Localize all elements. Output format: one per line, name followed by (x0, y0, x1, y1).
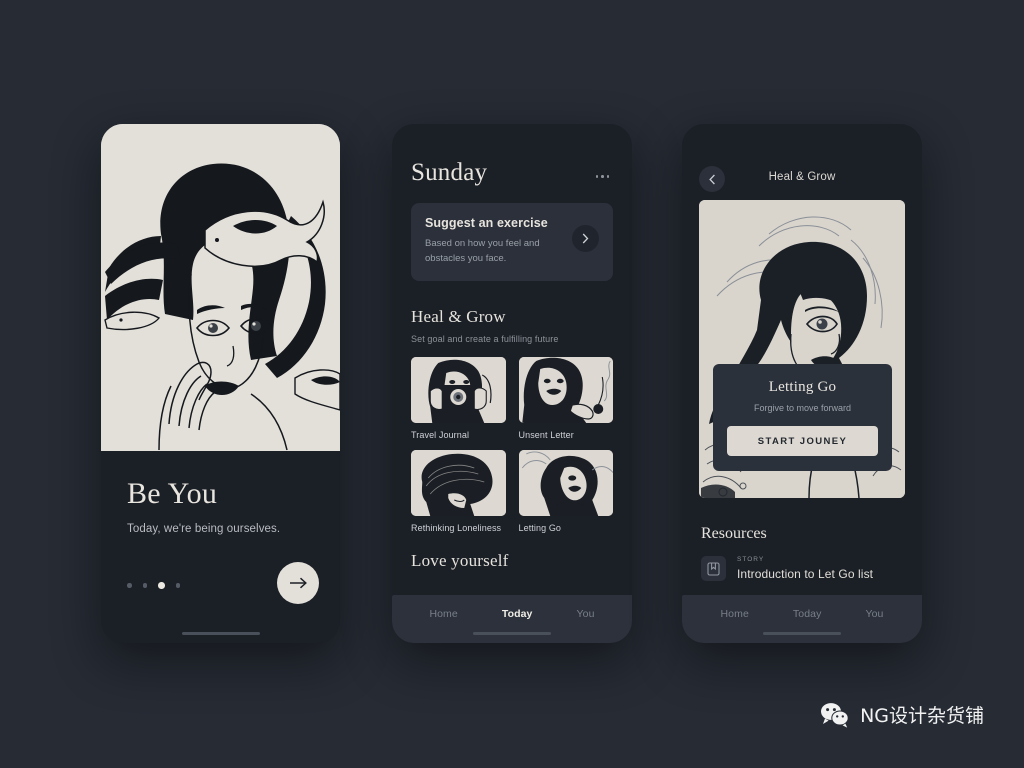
pager-dot[interactable] (175, 583, 180, 588)
chevron-right-icon (582, 233, 589, 244)
overlay-subtitle: Forgive to move forward (753, 403, 852, 413)
heal-grow-section-title: Heal & Grow (411, 307, 506, 327)
detail-phone-screen: Heal & Grow Letting Go Forgive to move f… (682, 124, 922, 643)
home-indicator (473, 631, 551, 635)
page-title: Be You (127, 477, 218, 510)
letting-go-overlay-card: Letting Go Forgive to move forward START… (713, 364, 892, 471)
home-indicator (763, 631, 841, 635)
exercise-thumbnail (411, 450, 506, 517)
heal-grow-card-grid: Travel Journal Unsent Letter Rethinking … (411, 357, 613, 533)
exercise-card-rethinking-loneliness[interactable]: Rethinking Loneliness (411, 450, 506, 533)
book-bookmark-icon (701, 556, 726, 581)
suggest-card-title: Suggest an exercise (425, 216, 548, 230)
tab-home[interactable]: Home (429, 608, 457, 620)
love-yourself-section-title: Love yourself (411, 551, 509, 571)
pager-dots[interactable] (127, 582, 180, 589)
pager-dot[interactable] (127, 583, 132, 588)
tab-you[interactable]: You (865, 608, 883, 620)
exercise-card-unsent-letter[interactable]: Unsent Letter (518, 357, 613, 441)
watermark-text: NG设计杂货铺 (860, 705, 984, 727)
overlay-title: Letting Go (768, 379, 837, 395)
bottom-tab-bar: Home Today You (392, 595, 632, 643)
pager-dot-active[interactable] (158, 582, 165, 589)
arrow-right-icon (289, 577, 307, 589)
exercise-thumbnail (411, 357, 506, 424)
page-subtitle: Today, we're being ourselves. (127, 523, 281, 535)
resource-list-item[interactable]: STORY Introduction to Let Go list (701, 556, 903, 581)
start-journey-button[interactable]: START JOUNEY (727, 426, 878, 456)
tab-today[interactable]: Today (793, 608, 822, 620)
wechat-icon (821, 702, 849, 728)
today-header: Sunday (411, 160, 613, 185)
pager-dot[interactable] (142, 583, 147, 588)
resources-section-title: Resources (701, 525, 767, 542)
hero-illustration-be-you (101, 124, 340, 451)
exercise-card-travel-journal[interactable]: Travel Journal (411, 357, 506, 440)
onboarding-phone-screen: Be You Today, we're being ourselves. (101, 124, 340, 643)
bottom-tab-bar: Home Today You (682, 595, 922, 643)
exercise-thumbnail (518, 450, 613, 517)
exercise-card-label: Rethinking Loneliness (411, 523, 502, 534)
heal-grow-section-subtitle: Set goal and create a fulfilling future (411, 334, 559, 345)
tab-home[interactable]: Home (721, 608, 749, 620)
suggest-card-subtitle: Based on how you feel and obstacles you … (425, 238, 540, 264)
exercise-card-letting-go[interactable]: Letting Go (518, 450, 613, 534)
resource-name: Introduction to Let Go list (737, 567, 874, 581)
next-button[interactable] (277, 562, 319, 604)
suggest-card-action-button[interactable] (572, 225, 599, 252)
suggest-exercise-card[interactable]: Suggest an exercise Based on how you fee… (411, 203, 613, 282)
resource-kicker: STORY (737, 556, 765, 563)
day-title: Sunday (411, 159, 488, 186)
kebab-menu-icon[interactable] (592, 171, 614, 182)
today-phone-screen: Sunday Suggest an exercise Based on how … (392, 124, 632, 643)
onboarding-copy: Be You Today, we're being ourselves. (127, 477, 281, 536)
home-indicator (181, 631, 260, 635)
exercise-card-label: Travel Journal (411, 430, 470, 441)
exercise-card-label: Unsent Letter (518, 430, 574, 441)
exercise-thumbnail (518, 357, 613, 424)
tab-today[interactable]: Today (502, 608, 533, 620)
detail-header-title: Heal & Grow (768, 171, 836, 183)
tab-you[interactable]: You (577, 608, 595, 620)
watermark: NG设计杂货铺 (820, 701, 984, 728)
exercise-card-label: Letting Go (518, 523, 562, 534)
